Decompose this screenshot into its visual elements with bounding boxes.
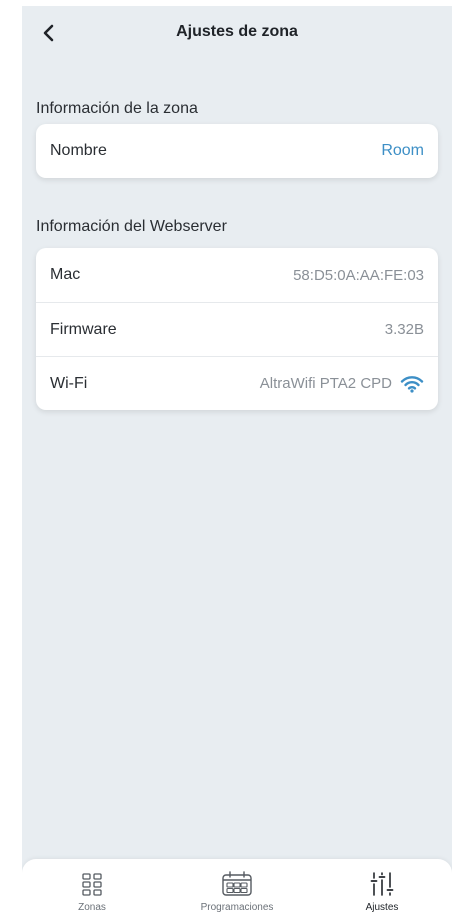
tab-zonas-label: Zonas xyxy=(78,902,106,913)
zone-name-row[interactable]: Nombre Room xyxy=(36,124,438,178)
mac-row: Mac 58:D5:0A:AA:FE:03 xyxy=(36,248,438,302)
zone-name-value[interactable]: Room xyxy=(381,142,424,160)
firmware-row: Firmware 3.32B xyxy=(36,302,438,356)
tab-ajustes-label: Ajustes xyxy=(365,902,399,913)
zone-info-card: Nombre Room xyxy=(36,124,438,178)
sliders-icon xyxy=(369,871,395,897)
mac-label: Mac xyxy=(50,266,81,283)
zone-settings-screen: Ajustes de zona Información de la zona N… xyxy=(22,6,452,917)
firmware-label: Firmware xyxy=(50,320,117,338)
wifi-icon xyxy=(400,375,424,393)
webserver-info-card: Mac 58:D5:0A:AA:FE:03 Firmware 3.32B Wi-… xyxy=(36,248,438,410)
page-title: Ajustes de zona xyxy=(176,23,298,40)
wifi-row: Wi-Fi AltraWifi PTA2 CPD xyxy=(36,356,438,410)
tab-zonas[interactable]: Zonas xyxy=(62,859,122,917)
webserver-info-section-title: Información del Webserver xyxy=(36,218,227,235)
bottom-tab-bar: Zonas Programaciones Ajustes xyxy=(22,859,452,917)
tab-ajustes[interactable]: Ajustes xyxy=(352,859,412,917)
wifi-value-group: AltraWifi PTA2 CPD xyxy=(260,375,424,393)
wifi-label: Wi-Fi xyxy=(50,374,88,392)
zone-info-section-title: Información de la zona xyxy=(36,100,198,117)
calendar-icon xyxy=(221,871,253,897)
tab-programaciones-label: Programaciones xyxy=(200,902,274,913)
header: Ajustes de zona xyxy=(22,6,452,62)
zone-name-label: Nombre xyxy=(50,142,107,159)
grid-icon xyxy=(80,871,104,897)
firmware-value: 3.32B xyxy=(384,321,424,338)
mac-value: 58:D5:0A:AA:FE:03 xyxy=(293,266,424,284)
tab-programaciones[interactable]: Programaciones xyxy=(187,859,287,917)
wifi-value: AltraWifi PTA2 CPD xyxy=(259,375,392,392)
